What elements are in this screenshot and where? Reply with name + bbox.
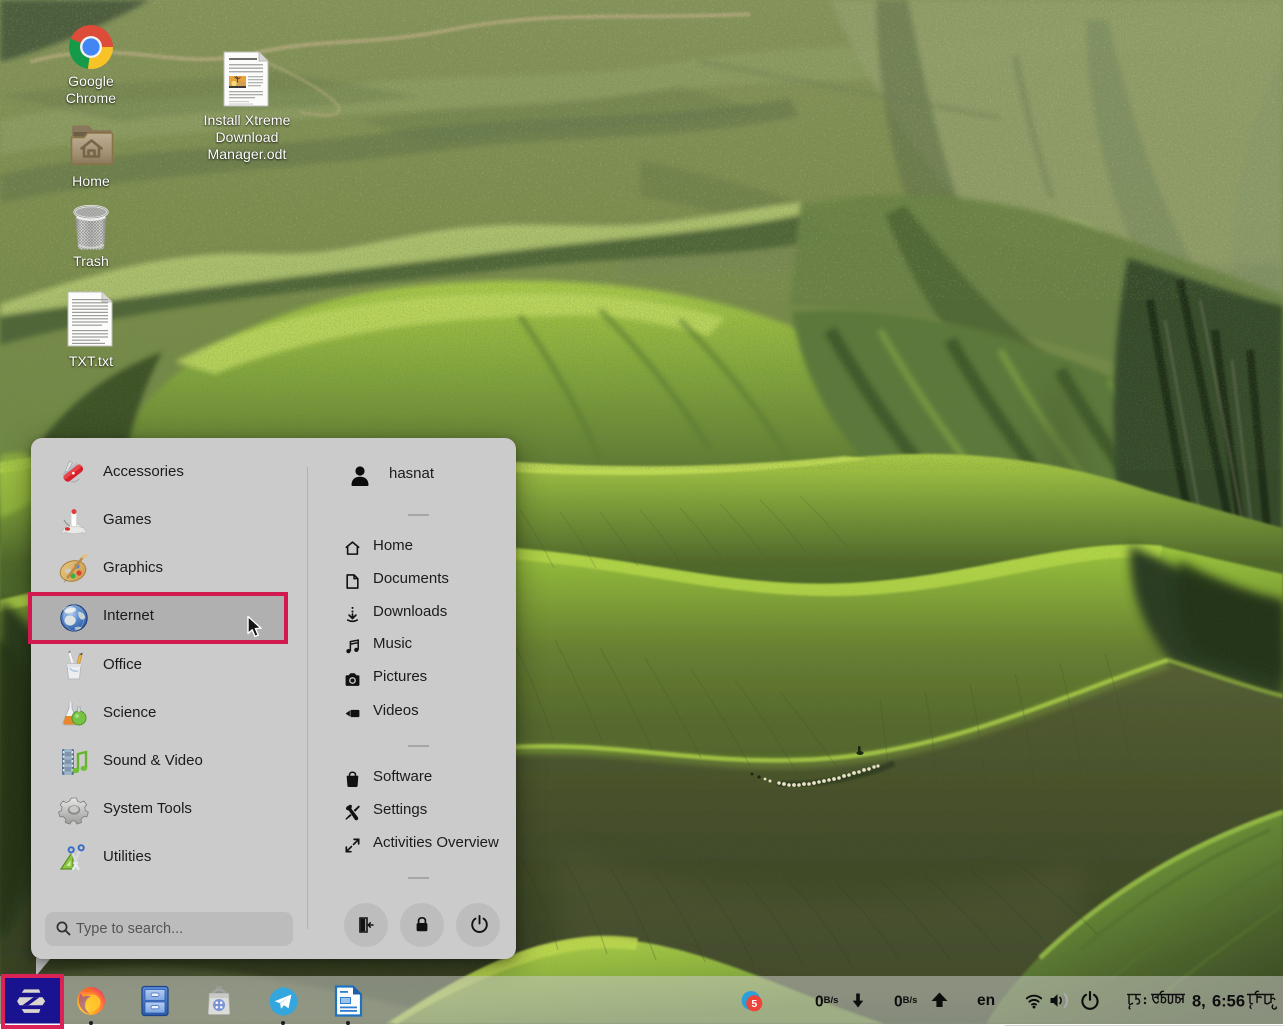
- svg-text:5: 5: [751, 998, 757, 1010]
- svg-text:6:56: 6:56: [1212, 993, 1245, 1011]
- svg-text:8,: 8,: [1192, 993, 1206, 1011]
